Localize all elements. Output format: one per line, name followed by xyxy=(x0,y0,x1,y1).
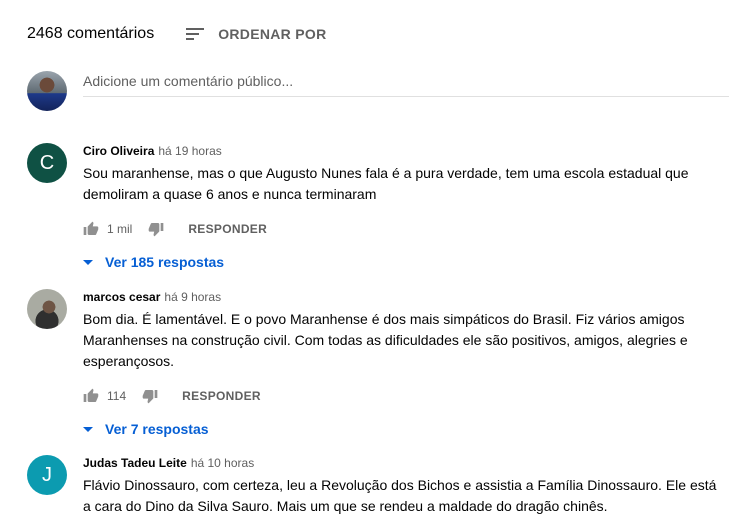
view-replies-button[interactable]: Ver 185 respostas xyxy=(83,251,719,273)
view-replies-label: Ver 7 respostas xyxy=(105,421,209,437)
dislike-icon[interactable] xyxy=(142,388,158,404)
comment-time[interactable]: há 10 horas xyxy=(191,456,254,470)
author-avatar[interactable]: J xyxy=(27,455,67,495)
like-icon[interactable] xyxy=(83,388,99,404)
chevron-down-icon xyxy=(83,259,93,265)
comment-thread: J Judas Tadeu Leite há 10 horas Flávio Di… xyxy=(27,455,719,525)
like-count: 1 mil xyxy=(107,222,133,236)
reply-button[interactable]: RESPONDER xyxy=(182,389,261,403)
comment-time[interactable]: há 19 horas xyxy=(158,144,221,158)
comment-count: 2468 comentários xyxy=(27,25,155,42)
add-comment-box: Adicione um comentário público... xyxy=(27,71,729,111)
reply-button[interactable]: RESPONDER xyxy=(188,222,267,236)
comment-text: Bom dia. É lamentável. E o povo Maranhen… xyxy=(83,311,688,369)
view-replies-button[interactable]: Ver 7 respostas xyxy=(83,418,719,440)
dislike-icon[interactable] xyxy=(148,221,164,237)
add-comment-input[interactable]: Adicione um comentário público... xyxy=(83,71,729,97)
comments-header: 2468 comentários ORDENAR POR xyxy=(27,22,729,46)
chevron-down-icon xyxy=(83,426,93,432)
sort-label: ORDENAR POR xyxy=(218,26,327,42)
author-avatar[interactable]: C xyxy=(27,143,67,183)
like-count: 114 xyxy=(107,389,127,403)
author-avatar[interactable] xyxy=(27,289,67,329)
sort-icon xyxy=(186,26,206,42)
comment-thread: C Ciro Oliveira há 19 horas Sou maranhens… xyxy=(27,143,719,273)
comment-actions: 114 RESPONDER xyxy=(83,384,719,408)
comment-time[interactable]: há 9 horas xyxy=(164,290,221,304)
author-name[interactable]: Judas Tadeu Leite xyxy=(83,456,187,470)
comment-text: Flávio Dinossauro, com certeza, leu a Re… xyxy=(83,477,717,514)
user-avatar xyxy=(27,71,67,111)
comment-thread: marcos cesar há 9 horas Bom dia. É lament… xyxy=(27,289,719,437)
author-name[interactable]: marcos cesar xyxy=(83,290,160,304)
sort-button[interactable]: ORDENAR POR xyxy=(186,26,326,42)
like-icon[interactable] xyxy=(83,221,99,237)
comment-actions: 1 mil RESPONDER xyxy=(83,217,719,241)
comment-text: Sou maranhense, mas o que Augusto Nunes … xyxy=(83,165,689,202)
author-name[interactable]: Ciro Oliveira xyxy=(83,144,154,158)
view-replies-label: Ver 185 respostas xyxy=(105,254,225,270)
